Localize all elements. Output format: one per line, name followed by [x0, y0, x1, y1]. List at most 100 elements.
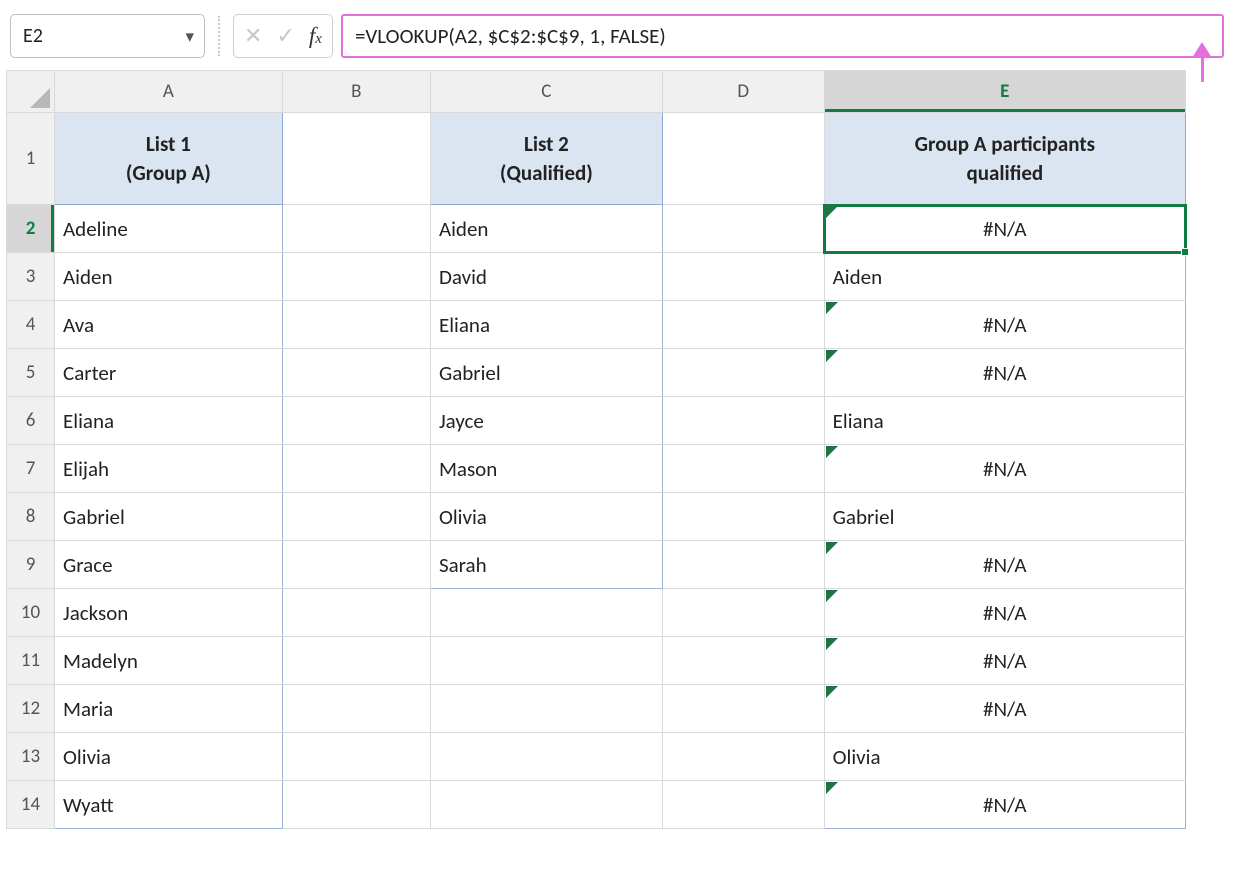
- row-header[interactable]: 13: [7, 733, 55, 781]
- cell-C11[interactable]: [430, 637, 662, 685]
- cell-B7[interactable]: [282, 445, 430, 493]
- row-header[interactable]: 3: [7, 253, 55, 301]
- cell-C3[interactable]: David: [430, 253, 662, 301]
- cell-C1[interactable]: List 2 (Qualified): [430, 113, 662, 205]
- chevron-down-icon[interactable]: ▾: [185, 26, 194, 47]
- cell-A2[interactable]: Adeline: [55, 205, 283, 253]
- row-header[interactable]: 14: [7, 781, 55, 829]
- cell-E10[interactable]: #N/A: [824, 589, 1185, 637]
- cell-E13[interactable]: Olivia: [824, 733, 1185, 781]
- col-header-D[interactable]: D: [662, 71, 824, 113]
- cell-E12[interactable]: #N/A: [824, 685, 1185, 733]
- cell-A12[interactable]: Maria: [55, 685, 283, 733]
- cell-D9[interactable]: [662, 541, 824, 589]
- formula-input[interactable]: =VLOOKUP(A2, $C$2:$C$9, 1, FALSE): [341, 14, 1224, 58]
- cell-E5[interactable]: #N/A: [824, 349, 1185, 397]
- col-header-E[interactable]: E: [824, 71, 1185, 113]
- cell-D5[interactable]: [662, 349, 824, 397]
- cell-C7[interactable]: Mason: [430, 445, 662, 493]
- cell-A6[interactable]: Eliana: [55, 397, 283, 445]
- col-header-A[interactable]: A: [55, 71, 283, 113]
- formula-controls: ✕ ✓ fx: [233, 14, 333, 58]
- cell-B3[interactable]: [282, 253, 430, 301]
- cell-B8[interactable]: [282, 493, 430, 541]
- cell-A11[interactable]: Madelyn: [55, 637, 283, 685]
- confirm-icon[interactable]: ✓: [276, 25, 294, 47]
- cell-A14[interactable]: Wyatt: [55, 781, 283, 829]
- cell-A9[interactable]: Grace: [55, 541, 283, 589]
- cell-A3[interactable]: Aiden: [55, 253, 283, 301]
- cell-A4[interactable]: Ava: [55, 301, 283, 349]
- cell-C2[interactable]: Aiden: [430, 205, 662, 253]
- fx-icon[interactable]: fx: [309, 23, 322, 49]
- row-header[interactable]: 8: [7, 493, 55, 541]
- cell-B10[interactable]: [282, 589, 430, 637]
- cell-A5[interactable]: Carter: [55, 349, 283, 397]
- select-all-corner[interactable]: [7, 71, 55, 113]
- cell-B2[interactable]: [282, 205, 430, 253]
- cell-D2[interactable]: [662, 205, 824, 253]
- cell-B13[interactable]: [282, 733, 430, 781]
- cell-E14[interactable]: #N/A: [824, 781, 1185, 829]
- cell-D11[interactable]: [662, 637, 824, 685]
- row-header[interactable]: 7: [7, 445, 55, 493]
- cell-C6[interactable]: Jayce: [430, 397, 662, 445]
- cell-E7[interactable]: #N/A: [824, 445, 1185, 493]
- row-header[interactable]: 5: [7, 349, 55, 397]
- cell-D3[interactable]: [662, 253, 824, 301]
- cell-E1[interactable]: Group A participants qualified: [824, 113, 1185, 205]
- col-header-B[interactable]: B: [282, 71, 430, 113]
- cell-B1[interactable]: [282, 113, 430, 205]
- cell-C5[interactable]: Gabriel: [430, 349, 662, 397]
- cell-E2[interactable]: #N/A: [824, 205, 1185, 253]
- cell-D4[interactable]: [662, 301, 824, 349]
- fill-handle[interactable]: [1181, 248, 1189, 256]
- cell-E3[interactable]: Aiden: [824, 253, 1185, 301]
- cell-B9[interactable]: [282, 541, 430, 589]
- cell-B12[interactable]: [282, 685, 430, 733]
- cell-D8[interactable]: [662, 493, 824, 541]
- cell-D14[interactable]: [662, 781, 824, 829]
- col-header-C[interactable]: C: [430, 71, 662, 113]
- cell-C14[interactable]: [430, 781, 662, 829]
- cell-C9[interactable]: Sarah: [430, 541, 662, 589]
- name-box[interactable]: E2 ▾: [10, 14, 205, 58]
- cell-A1[interactable]: List 1 (Group A): [55, 113, 283, 205]
- row-header[interactable]: 12: [7, 685, 55, 733]
- cell-C12[interactable]: [430, 685, 662, 733]
- row-header[interactable]: 1: [7, 113, 55, 205]
- cell-D6[interactable]: [662, 397, 824, 445]
- divider: [218, 16, 220, 56]
- row-header[interactable]: 6: [7, 397, 55, 445]
- cell-B6[interactable]: [282, 397, 430, 445]
- cell-E9[interactable]: #N/A: [824, 541, 1185, 589]
- cell-B14[interactable]: [282, 781, 430, 829]
- cell-A10[interactable]: Jackson: [55, 589, 283, 637]
- cell-B4[interactable]: [282, 301, 430, 349]
- cell-E11[interactable]: #N/A: [824, 637, 1185, 685]
- cell-E6[interactable]: Eliana: [824, 397, 1185, 445]
- cell-D13[interactable]: [662, 733, 824, 781]
- cell-C10[interactable]: [430, 589, 662, 637]
- cell-A13[interactable]: Olivia: [55, 733, 283, 781]
- cell-E8[interactable]: Gabriel: [824, 493, 1185, 541]
- cell-D7[interactable]: [662, 445, 824, 493]
- cell-A7[interactable]: Elijah: [55, 445, 283, 493]
- cell-C13[interactable]: [430, 733, 662, 781]
- cell-B11[interactable]: [282, 637, 430, 685]
- row-header[interactable]: 10: [7, 589, 55, 637]
- cancel-icon[interactable]: ✕: [244, 25, 262, 47]
- spreadsheet-grid[interactable]: A B C D E 1List 1 (Group A) List 2 (Quali…: [0, 70, 1234, 837]
- cell-B5[interactable]: [282, 349, 430, 397]
- cell-D10[interactable]: [662, 589, 824, 637]
- cell-C4[interactable]: Eliana: [430, 301, 662, 349]
- row-header[interactable]: 2: [7, 205, 55, 253]
- cell-D1[interactable]: [662, 113, 824, 205]
- row-header[interactable]: 4: [7, 301, 55, 349]
- row-header[interactable]: 11: [7, 637, 55, 685]
- cell-A8[interactable]: Gabriel: [55, 493, 283, 541]
- cell-D12[interactable]: [662, 685, 824, 733]
- cell-C8[interactable]: Olivia: [430, 493, 662, 541]
- cell-E4[interactable]: #N/A: [824, 301, 1185, 349]
- row-header[interactable]: 9: [7, 541, 55, 589]
